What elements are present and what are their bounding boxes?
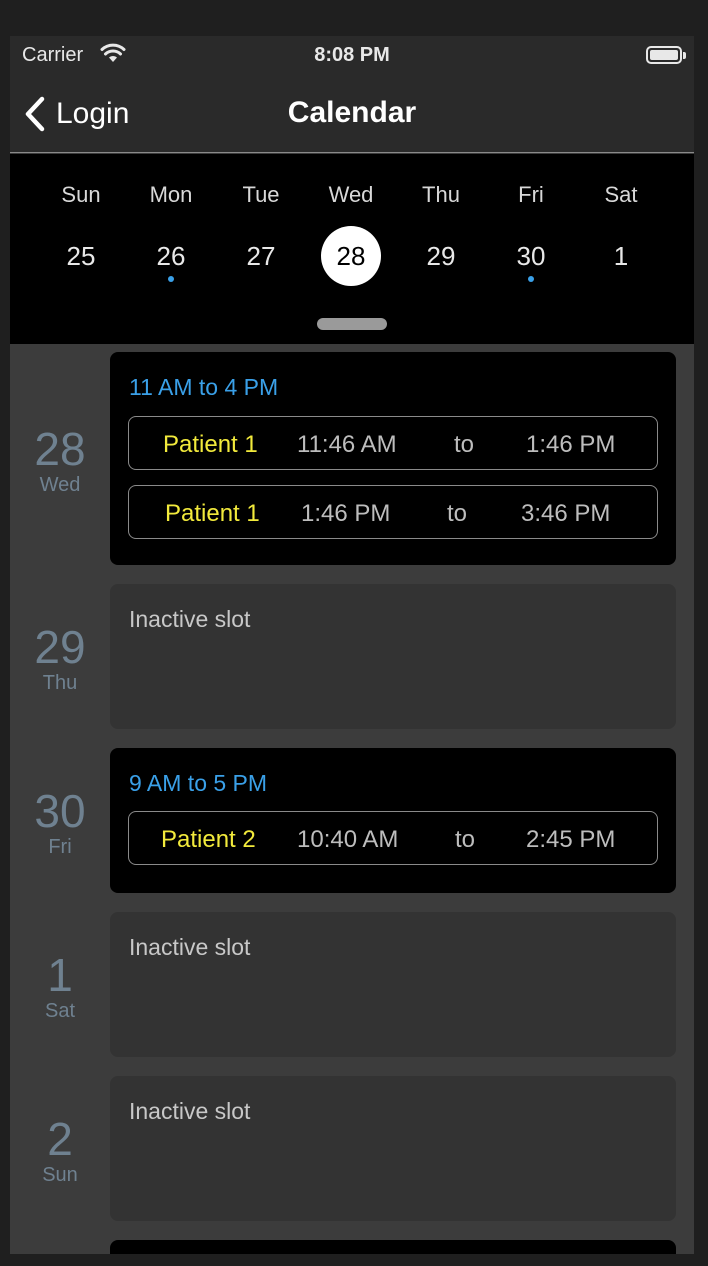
appointment-row[interactable]: Patient 1 1:46 PM to 3:46 PM xyxy=(128,485,658,539)
inactive-slot-label: Inactive slot xyxy=(129,606,251,632)
week-day-name: Sun xyxy=(61,182,101,207)
appointment-start: 1:46 PM xyxy=(301,500,391,527)
appointment-to: to xyxy=(454,431,475,458)
week-day-sun[interactable]: Sun 25 xyxy=(36,154,126,304)
day-name: Sat xyxy=(44,1000,76,1022)
patient-name: Patient 1 xyxy=(163,431,258,458)
appointment-start: 10:40 AM xyxy=(297,826,399,853)
appointment-start: 11:46 AM xyxy=(297,431,397,458)
day-name: Wed xyxy=(39,474,81,496)
inactive-slot-card[interactable]: Inactive slot xyxy=(110,1076,676,1221)
day-number: 28 xyxy=(34,423,86,475)
week-day-date: 29 xyxy=(426,241,456,271)
drag-handle[interactable] xyxy=(317,318,387,330)
status-time: 8:08 PM xyxy=(314,44,390,66)
day-label: 30 Fri xyxy=(10,786,110,859)
appointment-end: 2:45 PM xyxy=(526,826,616,853)
navigation-bar: Login Calendar xyxy=(10,76,694,153)
week-day-date-selected: 28 xyxy=(321,226,381,286)
appointment-row[interactable]: Patient 2 10:40 AM to 2:45 PM xyxy=(128,811,658,865)
day-number: 2 xyxy=(47,1113,73,1165)
day-name: Fri xyxy=(48,836,72,858)
event-indicator-dot xyxy=(168,276,174,282)
week-day-name: Wed xyxy=(328,182,374,207)
day-name: Sun xyxy=(42,1164,78,1186)
day-label: 2 Sun xyxy=(10,1114,110,1187)
battery-icon xyxy=(646,46,686,64)
appointment-end: 3:46 PM xyxy=(521,500,611,527)
appointment-end: 1:46 PM xyxy=(526,431,616,458)
page-title: Calendar xyxy=(287,96,417,129)
next-slot-card-partial[interactable] xyxy=(110,1240,676,1254)
day-label: 28 Wed xyxy=(10,424,110,497)
week-day-fri[interactable]: Fri 30 xyxy=(486,154,576,304)
active-slot-card[interactable]: 9 AM to 5 PM Patient 2 10:40 AM to 2:45 … xyxy=(110,748,676,893)
week-day-name: Sat xyxy=(604,182,638,207)
inactive-slot-label: Inactive slot xyxy=(129,1098,251,1124)
week-day-name: Fri xyxy=(518,182,544,207)
patient-name: Patient 2 xyxy=(161,826,256,853)
day-label: 1 Sat xyxy=(10,950,110,1023)
appointment-row[interactable]: Patient 1 11:46 AM to 1:46 PM xyxy=(128,416,658,470)
day-number: 30 xyxy=(34,785,86,837)
week-day-name: Thu xyxy=(422,182,460,207)
status-bar: Carrier 8:08 PM xyxy=(10,36,694,76)
day-number: 1 xyxy=(47,949,73,1001)
week-strip: Sun 25 Mon 26 Tue 27 Wed 28 Thu 29 Fri 3… xyxy=(10,154,694,344)
appointment-to: to xyxy=(447,500,468,527)
event-indicator-dot xyxy=(528,276,534,282)
app-screen: Carrier 8:08 PM Login Calendar Sun 25 Mo… xyxy=(10,36,694,1254)
week-day-date: 27 xyxy=(246,241,276,271)
inactive-slot-card[interactable]: Inactive slot xyxy=(110,584,676,729)
week-day-tue[interactable]: Tue 27 xyxy=(216,154,306,304)
week-day-mon[interactable]: Mon 26 xyxy=(126,154,216,304)
day-number: 29 xyxy=(34,621,86,673)
week-day-thu[interactable]: Thu 29 xyxy=(396,154,486,304)
week-day-wed[interactable]: Wed 28 xyxy=(306,154,396,304)
inactive-slot-card[interactable]: Inactive slot xyxy=(110,912,676,1057)
slot-time-range: 9 AM to 5 PM xyxy=(129,770,268,796)
slot-time-range: 11 AM to 4 PM xyxy=(129,374,279,400)
inactive-slot-label: Inactive slot xyxy=(129,934,251,960)
active-slot-card[interactable]: 11 AM to 4 PM Patient 1 11:46 AM to 1:46… xyxy=(110,352,676,565)
week-day-date: 25 xyxy=(66,241,96,271)
day-label: 29 Thu xyxy=(10,622,110,695)
day-name: Thu xyxy=(42,672,78,694)
appointment-to: to xyxy=(455,826,476,853)
patient-name: Patient 1 xyxy=(165,500,260,527)
week-day-name: Tue xyxy=(242,182,280,207)
week-day-sat[interactable]: Sat 1 xyxy=(576,154,666,304)
week-day-name: Mon xyxy=(149,182,193,207)
schedule-list: 28 Wed 11 AM to 4 PM Patient 1 11:46 AM … xyxy=(10,344,694,1254)
week-day-date: 1 xyxy=(613,241,629,271)
